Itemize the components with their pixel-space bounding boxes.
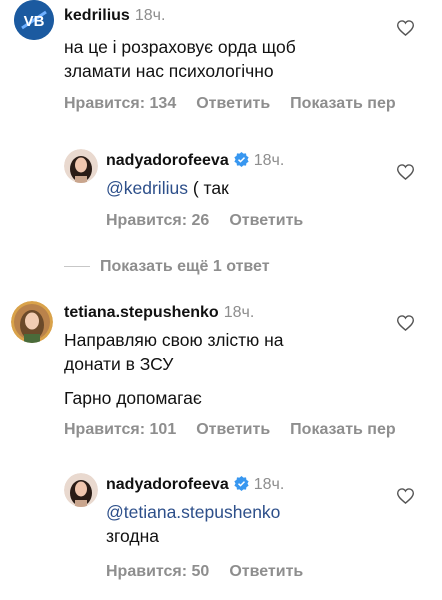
timestamp: 18ч. [223,304,255,321]
comment-text: на це і розраховує орда щоб зламати нас … [64,35,296,83]
comment-header: kedrilius 18ч. [64,7,165,25]
comment-actions: Нравится: 134 Ответить Показать пер [64,95,416,113]
comment-line: Направляю свою злістю на [64,330,284,350]
comment-actions: Нравится: 101 Ответить Показать пер [64,421,416,439]
comment-header: nadyadorofeeva 18ч. [106,152,284,170]
vb-logo-icon: VB [14,0,54,40]
comment-header: nadyadorofeeva 18ч. [106,476,284,494]
mention-link[interactable]: @kedrilius [106,178,188,198]
username[interactable]: nadyadorofeeva [106,152,229,169]
likes-count[interactable]: Нравится: 134 [64,95,176,112]
translate-button[interactable]: Показать пер [290,95,395,112]
likes-count[interactable]: Нравится: 101 [64,421,176,438]
profile-photo-icon [64,149,98,183]
reply-button[interactable]: Ответить [196,95,270,112]
avatar[interactable] [11,301,53,343]
profile-photo-icon [64,473,98,507]
comment-actions: Нравится: 26 Ответить [106,212,323,230]
comment-line: згодна [106,526,159,546]
timestamp: 18ч. [134,7,166,24]
comment-text-extra: Гарно допомагає [64,388,202,408]
comment-line: зламати нас психологічно [64,61,274,81]
comment-text: @tetiana.stepushenko згодна [106,500,280,548]
username[interactable]: nadyadorofeeva [106,476,229,493]
mention-link[interactable]: @tetiana.stepushenko [106,500,280,524]
likes-count[interactable]: Нравится: 26 [106,212,209,229]
heart-icon[interactable] [397,488,414,504]
verified-badge-icon [234,152,249,167]
profile-photo-icon [11,301,53,343]
username[interactable]: tetiana.stepushenko [64,304,219,321]
divider [64,266,90,268]
likes-count[interactable]: Нравится: 50 [106,563,209,580]
avatar[interactable] [64,149,98,183]
username[interactable]: kedrilius [64,7,130,24]
avatar[interactable] [64,473,98,507]
show-more-replies-button[interactable]: Показать ещё 1 ответ [64,258,270,276]
heart-icon[interactable] [397,315,414,331]
comment-header: tetiana.stepushenko 18ч. [64,304,254,322]
reply-button[interactable]: Ответить [196,421,270,438]
svg-text:VB: VB [24,13,45,30]
comment-line: донати в ЗСУ [64,354,174,374]
reply-button[interactable]: Ответить [229,212,303,229]
comment-line: на це і розраховує орда щоб [64,37,296,57]
translate-button[interactable]: Показать пер [290,421,395,438]
comment-text-rest: ( так [187,178,229,198]
comment-text: Направляю свою злістю на донати в ЗСУ [64,328,284,376]
timestamp: 18ч. [253,152,285,169]
comment-actions: Нравится: 50 Ответить [106,563,323,581]
heart-icon[interactable] [397,164,414,180]
avatar[interactable]: VB [14,0,54,40]
heart-icon[interactable] [397,20,414,36]
show-more-label: Показать ещё 1 ответ [100,258,270,275]
timestamp: 18ч. [253,476,285,493]
comment-text: @kedrilius ( так [106,176,229,200]
verified-badge-icon [234,476,249,491]
reply-button[interactable]: Ответить [229,563,303,580]
